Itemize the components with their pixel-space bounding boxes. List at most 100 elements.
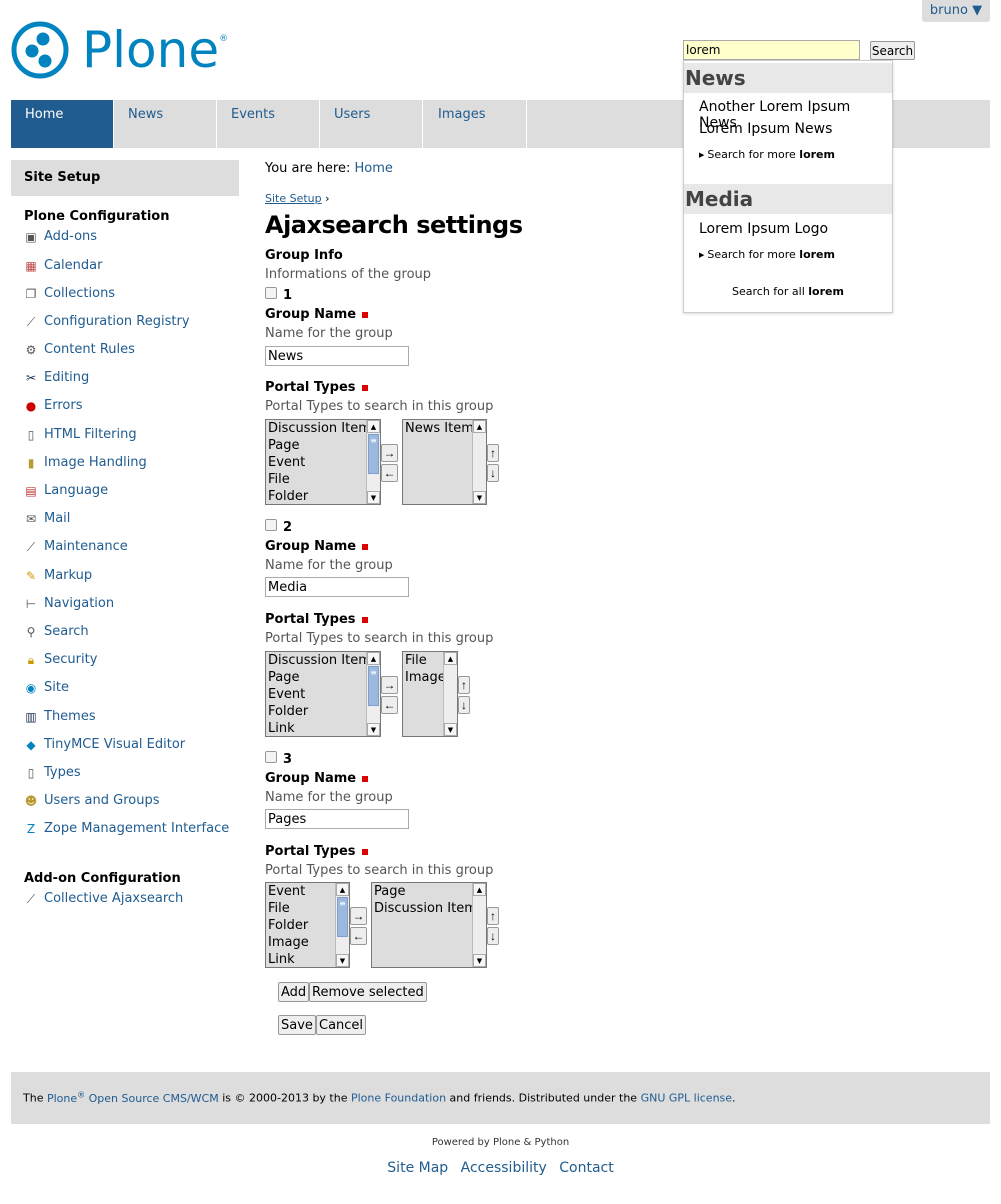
livesearch-more-link[interactable]: ▶ Search for more lorem <box>699 148 835 161</box>
scroll-up-icon[interactable]: ▲ <box>367 652 380 665</box>
list-item[interactable]: Event <box>266 686 380 703</box>
sidebar-item-site[interactable]: ◉ Site <box>24 680 69 695</box>
scroll-thumb[interactable]: ≡ <box>337 897 348 937</box>
move-left-button[interactable]: ← <box>381 464 398 482</box>
sidebar-item-search[interactable]: ⚲ Search <box>24 624 89 639</box>
scroll-up-icon[interactable]: ▲ <box>336 883 349 896</box>
list-item[interactable]: File <box>266 471 380 488</box>
move-down-button[interactable]: ↓ <box>458 696 470 714</box>
move-up-button[interactable]: ↑ <box>487 907 499 925</box>
livesearch-result[interactable]: Lorem Ipsum Logo <box>699 221 828 237</box>
sidebar-item-mail[interactable]: ✉ Mail <box>24 511 70 526</box>
livesearch-result[interactable]: Lorem Ipsum News <box>699 121 832 137</box>
sidebar-item-navigation[interactable]: ⊢ Navigation <box>24 596 114 611</box>
cancel-button[interactable]: Cancel <box>316 1015 367 1035</box>
list-item[interactable]: Folder <box>266 488 380 504</box>
tab-home[interactable]: Home <box>11 100 114 148</box>
scrollbar[interactable]: ▲ ≡ ▼ <box>366 420 380 504</box>
scroll-up-icon[interactable]: ▲ <box>367 420 380 433</box>
scroll-down-icon[interactable]: ▼ <box>367 723 380 736</box>
search-button[interactable]: Search <box>870 41 915 60</box>
accessibility-link[interactable]: Accessibility <box>461 1160 547 1176</box>
move-down-button[interactable]: ↓ <box>487 464 499 482</box>
sidebar-item-security[interactable]: 🔒︎ Security <box>24 652 98 667</box>
sidebar-item-collections[interactable]: ❐ Collections <box>24 286 115 301</box>
tab-images[interactable]: Images <box>424 100 527 148</box>
sidebar-item-language[interactable]: ▤ Language <box>24 483 108 498</box>
group-2-selected-types[interactable]: File Image ▲ ▼ <box>402 651 458 737</box>
scroll-up-icon[interactable]: ▲ <box>473 420 486 433</box>
list-item[interactable]: Discussion Item <box>372 900 486 917</box>
move-up-button[interactable]: ↑ <box>487 444 499 462</box>
sidebar-item-tinymce[interactable]: ◆ TinyMCE Visual Editor <box>24 737 185 752</box>
move-down-button[interactable]: ↓ <box>487 927 499 945</box>
move-right-button[interactable]: → <box>350 907 367 925</box>
list-item[interactable]: Discussion Item <box>266 652 380 669</box>
group-1-available-types[interactable]: Discussion Item Page Event File Folder ▲… <box>265 419 381 505</box>
group-2-available-types[interactable]: Discussion Item Page Event Folder Link ▲… <box>265 651 381 737</box>
sidebar-item-users-and-groups[interactable]: ☻ Users and Groups <box>24 793 160 808</box>
scroll-down-icon[interactable]: ▼ <box>336 954 349 967</box>
scrollbar[interactable]: ▲ ▼ <box>472 420 486 504</box>
group-1-selected-types[interactable]: News Item ▲ ▼ <box>402 419 487 505</box>
group-1-name-input[interactable] <box>265 346 409 366</box>
sidebar-item-collective-ajaxsearch[interactable]: ⟋ Collective Ajaxsearch <box>24 891 183 906</box>
sidebar-item-image-handling[interactable]: ▮ Image Handling <box>24 455 147 470</box>
scroll-down-icon[interactable]: ▼ <box>444 723 457 736</box>
group-3-available-types[interactable]: Event File Folder Image Link ▲ ≡ ▼ <box>265 882 350 968</box>
gpl-license-link[interactable]: GNU GPL license <box>641 1092 732 1105</box>
sidebar-item-zmi[interactable]: Z Zope Management Interface <box>24 821 229 836</box>
group-3-selected-types[interactable]: Page Discussion Item ▲ ▼ <box>371 882 487 968</box>
scroll-up-icon[interactable]: ▲ <box>444 652 457 665</box>
sidebar-item-addons[interactable]: ▣ Add-ons <box>24 229 97 244</box>
list-item[interactable]: Event <box>266 454 380 471</box>
list-item[interactable]: Page <box>372 883 486 900</box>
sidebar-item-themes[interactable]: ▥ Themes <box>24 709 95 724</box>
list-item[interactable]: Discussion Item <box>266 420 380 437</box>
list-item[interactable]: Page <box>266 669 380 686</box>
move-left-button[interactable]: ← <box>350 927 367 945</box>
move-up-button[interactable]: ↑ <box>458 676 470 694</box>
breadcrumb-home[interactable]: Home <box>355 161 393 176</box>
portlet-header[interactable]: Site Setup <box>11 160 239 196</box>
group-2-name-input[interactable] <box>265 577 409 597</box>
sidebar-item-errors[interactable]: ● Errors <box>24 398 83 413</box>
sidebar-item-maintenance[interactable]: ⟋ Maintenance <box>24 539 128 554</box>
move-left-button[interactable]: ← <box>381 696 398 714</box>
plone-foundation-link[interactable]: Plone Foundation <box>351 1092 446 1105</box>
user-menu[interactable]: bruno ▼ <box>922 0 990 22</box>
remove-selected-button[interactable]: Remove selected <box>309 982 427 1002</box>
scroll-down-icon[interactable]: ▼ <box>473 491 486 504</box>
list-item[interactable]: Page <box>266 437 380 454</box>
tab-news[interactable]: News <box>114 100 217 148</box>
search-input[interactable] <box>683 40 860 60</box>
scroll-thumb[interactable]: ≡ <box>368 666 379 706</box>
scroll-up-icon[interactable]: ▲ <box>473 883 486 896</box>
livesearch-more-link[interactable]: ▶ Search for more lorem <box>699 248 835 261</box>
scrollbar[interactable]: ▲ ≡ ▼ <box>366 652 380 736</box>
group-3-name-input[interactable] <box>265 809 409 829</box>
plone-link[interactable]: Plone® Open Source CMS/WCM <box>47 1090 219 1105</box>
scrollbar[interactable]: ▲ ▼ <box>472 883 486 967</box>
sidebar-item-content-rules[interactable]: ⚙ Content Rules <box>24 342 135 357</box>
sidebar-item-editing[interactable]: ✂ Editing <box>24 370 89 385</box>
add-button[interactable]: Add <box>278 982 310 1002</box>
move-right-button[interactable]: → <box>381 676 398 694</box>
site-map-link[interactable]: Site Map <box>387 1160 448 1176</box>
group-1-checkbox[interactable] <box>265 287 277 299</box>
sidebar-item-calendar[interactable]: ▦ Calendar <box>24 258 102 273</box>
move-right-button[interactable]: → <box>381 444 398 462</box>
site-setup-link[interactable]: Site Setup <box>265 192 322 205</box>
scrollbar[interactable]: ▲ ≡ ▼ <box>335 883 349 967</box>
contact-link[interactable]: Contact <box>559 1160 613 1176</box>
scroll-down-icon[interactable]: ▼ <box>367 491 380 504</box>
scroll-down-icon[interactable]: ▼ <box>473 954 486 967</box>
site-logo[interactable]: Plone ® <box>10 20 228 80</box>
list-item[interactable]: Link <box>266 720 380 736</box>
list-item[interactable]: Folder <box>266 703 380 720</box>
tab-users[interactable]: Users <box>320 100 423 148</box>
scroll-thumb[interactable]: ≡ <box>368 434 379 474</box>
scrollbar[interactable]: ▲ ▼ <box>443 652 457 736</box>
livesearch-all-link[interactable]: Search for all lorem <box>684 285 892 298</box>
sidebar-item-configuration-registry[interactable]: ⟋ Configuration Registry <box>24 314 190 329</box>
